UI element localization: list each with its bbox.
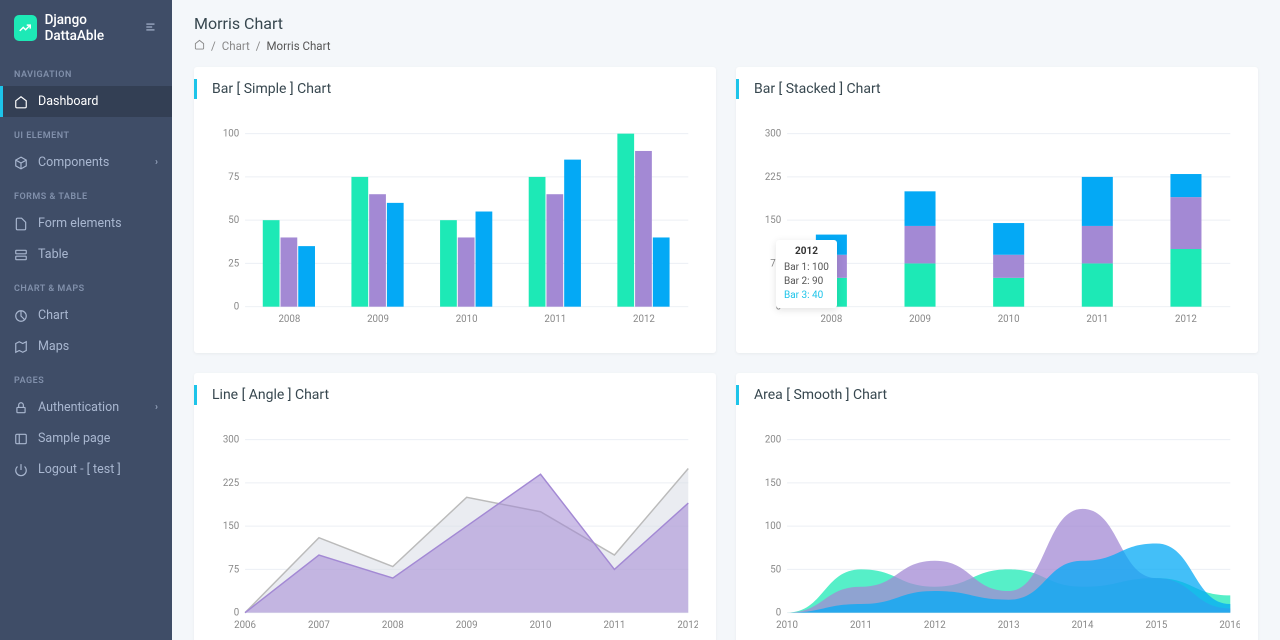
svg-text:2008: 2008 xyxy=(820,314,842,325)
card-line-angle: Line [ Angle ] Chart 0 75 150 225 300 2006 200… xyxy=(194,373,716,640)
line-angle-chart[interactable]: 0 75 150 225 300 2006 2007 2008 2009 2010 2011 2012 xyxy=(212,427,698,637)
file-icon xyxy=(14,217,28,231)
brand-icon xyxy=(14,15,37,41)
svg-text:2012: 2012 xyxy=(924,620,946,631)
nav-maps[interactable]: Maps xyxy=(0,331,172,362)
svg-text:2012: 2012 xyxy=(1175,314,1197,325)
chevron-right-icon: › xyxy=(155,157,158,168)
svg-text:50: 50 xyxy=(228,215,239,226)
menu-toggle-icon[interactable] xyxy=(144,19,158,38)
svg-text:300: 300 xyxy=(223,435,239,446)
svg-text:2009: 2009 xyxy=(456,620,478,631)
svg-text:2016: 2016 xyxy=(1219,620,1240,631)
card-title: Bar [ Stacked ] Chart xyxy=(736,67,1258,111)
svg-text:2012: 2012 xyxy=(633,314,655,325)
nav-header-charts: CHART & MAPS xyxy=(0,270,172,300)
box-icon xyxy=(14,156,28,170)
server-icon xyxy=(14,248,28,262)
chevron-right-icon: › xyxy=(155,402,158,413)
svg-text:2009: 2009 xyxy=(367,314,389,325)
svg-text:0: 0 xyxy=(234,608,239,619)
svg-text:2010: 2010 xyxy=(776,620,798,631)
svg-text:2009: 2009 xyxy=(909,314,931,325)
sidebar-icon xyxy=(14,432,28,446)
nav-header-ui: UI ELEMENT xyxy=(0,117,172,147)
nav-header-forms: FORMS & TABLE xyxy=(0,178,172,208)
card-bar-stacked: Bar [ Stacked ] Chart 075150225300200820… xyxy=(736,67,1258,353)
svg-text:2008: 2008 xyxy=(278,314,300,325)
svg-text:2011: 2011 xyxy=(544,314,566,325)
card-area-smooth: Area [ Smooth ] Chart 0 50 100 150 200 2010 20… xyxy=(736,373,1258,640)
brand[interactable]: Django DattaAble xyxy=(0,0,172,56)
breadcrumb-chart[interactable]: Chart xyxy=(222,39,250,53)
card-title: Bar [ Simple ] Chart xyxy=(194,67,716,111)
svg-text:300: 300 xyxy=(765,129,781,140)
nav-label: Maps xyxy=(38,339,69,354)
main-content: Morris Chart / Chart / Morris Chart Bar … xyxy=(172,0,1280,640)
svg-text:225: 225 xyxy=(223,478,240,489)
svg-text:2008: 2008 xyxy=(382,620,404,631)
nav-label: Dashboard xyxy=(38,94,98,109)
nav-label: Form elements xyxy=(38,216,122,231)
nav-label: Chart xyxy=(38,308,68,323)
svg-text:2011: 2011 xyxy=(850,620,872,631)
svg-text:150: 150 xyxy=(765,215,781,226)
svg-text:2010: 2010 xyxy=(530,620,552,631)
svg-text:50: 50 xyxy=(770,564,781,575)
map-icon xyxy=(14,340,28,354)
svg-text:2007: 2007 xyxy=(308,620,330,631)
svg-text:75: 75 xyxy=(228,172,239,183)
card-title: Area [ Smooth ] Chart xyxy=(736,373,1258,417)
svg-text:2010: 2010 xyxy=(456,314,478,325)
svg-text:100: 100 xyxy=(765,521,781,532)
svg-text:225: 225 xyxy=(765,172,782,183)
svg-text:2006: 2006 xyxy=(234,620,256,631)
card-bar-simple: Bar [ Simple ] Chart 0 25 50 75 100 2008 2009 2… xyxy=(194,67,716,353)
nav-header-pages: PAGES xyxy=(0,362,172,392)
breadcrumb-home-icon[interactable] xyxy=(194,39,205,53)
svg-text:0: 0 xyxy=(234,302,239,313)
svg-text:0: 0 xyxy=(776,608,781,619)
breadcrumb: / Chart / Morris Chart xyxy=(194,39,1258,53)
nav-label: Components xyxy=(38,155,109,170)
nav-sample[interactable]: Sample page xyxy=(0,423,172,454)
brand-name: Django DattaAble xyxy=(45,12,136,44)
svg-text:25: 25 xyxy=(228,258,239,269)
power-icon xyxy=(14,463,28,477)
svg-text:150: 150 xyxy=(765,478,781,489)
nav-components[interactable]: Components › xyxy=(0,147,172,178)
page-title: Morris Chart xyxy=(194,14,1258,33)
nav-chart[interactable]: Chart xyxy=(0,300,172,331)
svg-text:2013: 2013 xyxy=(998,620,1020,631)
nav-table[interactable]: Table xyxy=(0,239,172,270)
nav-header-navigation: NAVIGATION xyxy=(0,56,172,86)
svg-text:200: 200 xyxy=(765,435,781,446)
chart-tooltip: 2012 Bar 1: 100 Bar 2: 90 Bar 3: 40 xyxy=(776,240,837,308)
sidebar: Django DattaAble NAVIGATION Dashboard UI… xyxy=(0,0,172,640)
bar-simple-chart[interactable]: 0 25 50 75 100 2008 2009 2010 2011 2012 xyxy=(212,121,698,331)
pie-icon xyxy=(14,309,28,323)
lock-icon xyxy=(14,401,28,415)
nav-form-elements[interactable]: Form elements xyxy=(0,208,172,239)
nav-auth[interactable]: Authentication › xyxy=(0,392,172,423)
nav-logout[interactable]: Logout - [ test ] xyxy=(0,454,172,485)
svg-text:75: 75 xyxy=(228,564,239,575)
nav-label: Table xyxy=(38,247,68,262)
nav-dashboard[interactable]: Dashboard xyxy=(0,86,172,117)
breadcrumb-current: Morris Chart xyxy=(267,39,331,53)
svg-text:2010: 2010 xyxy=(998,314,1020,325)
svg-text:150: 150 xyxy=(223,521,239,532)
svg-text:2011: 2011 xyxy=(603,620,625,631)
home-icon xyxy=(14,95,28,109)
svg-text:2014: 2014 xyxy=(1072,620,1094,631)
svg-text:100: 100 xyxy=(223,129,239,140)
nav-label: Logout - [ test ] xyxy=(38,462,121,477)
card-title: Line [ Angle ] Chart xyxy=(194,373,716,417)
svg-text:2012: 2012 xyxy=(677,620,698,631)
nav-label: Sample page xyxy=(38,431,110,446)
nav-label: Authentication xyxy=(38,400,119,415)
svg-text:2011: 2011 xyxy=(1086,314,1108,325)
svg-text:2015: 2015 xyxy=(1145,620,1167,631)
area-smooth-chart[interactable]: 0 50 100 150 200 2010 2011 2012 2013 2014 2015 2016 xyxy=(754,427,1240,637)
